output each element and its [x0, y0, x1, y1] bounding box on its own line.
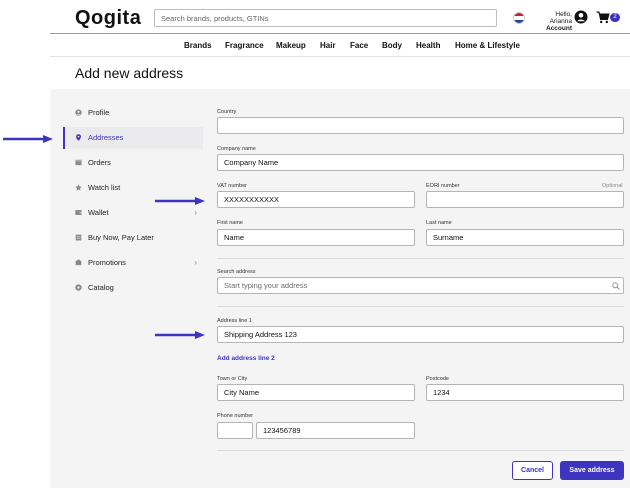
company-name-input[interactable]: Company Name	[217, 154, 624, 171]
sidebar-item-profile[interactable]: Profile	[63, 102, 203, 124]
chevron-right-icon: ›	[194, 258, 197, 267]
eori-optional-label: Optional	[602, 183, 623, 189]
nav-item-health[interactable]: Health	[416, 41, 440, 50]
search-input[interactable]: Search brands, products, GTINs	[154, 9, 497, 27]
last-name-input[interactable]: Surname	[426, 229, 624, 246]
first-name-input[interactable]: Name	[217, 229, 415, 246]
vat-number-label: VAT number	[217, 183, 247, 189]
postcode-input[interactable]: 1234	[426, 384, 624, 401]
phone-country-code-select[interactable]	[217, 422, 253, 439]
wallet-icon	[75, 210, 82, 215]
user-avatar-icon[interactable]	[574, 10, 588, 24]
sidebar-item-wallet[interactable]: Wallet ›	[63, 202, 203, 224]
sidebar-item-label: Catalog	[88, 283, 114, 292]
divider	[217, 450, 624, 451]
cart-icon[interactable]	[596, 11, 610, 24]
sidebar-item-label: Addresses	[88, 133, 124, 142]
sidebar-item-label: Buy Now, Pay Later	[88, 233, 154, 242]
divider	[217, 258, 624, 259]
nav-item-fragrance[interactable]: Fragrance	[225, 41, 264, 50]
town-city-label: Town or City	[217, 376, 248, 382]
star-icon	[75, 184, 82, 191]
postcode-label: Postcode	[426, 376, 449, 382]
country-select[interactable]	[217, 117, 624, 134]
vat-number-input[interactable]: XXXXXXXXXXX	[217, 191, 415, 208]
user-icon	[75, 109, 82, 116]
divider	[217, 306, 624, 307]
sidebar-item-label: Orders	[88, 158, 111, 167]
search-icon	[612, 282, 620, 290]
nav-item-hair[interactable]: Hair	[320, 41, 336, 50]
page-title: Add new address	[75, 65, 184, 81]
search-address-label: Search address	[217, 269, 256, 275]
address-line-1-label: Address line 1	[217, 318, 252, 324]
catalog-icon	[75, 284, 82, 291]
nav-item-makeup[interactable]: Makeup	[276, 41, 306, 50]
nav-item-home-lifestyle[interactable]: Home & Lifestyle	[455, 41, 520, 50]
chevron-right-icon: ›	[194, 208, 197, 217]
address-form: Country Company name Company Name VAT nu…	[206, 89, 630, 488]
tag-icon	[75, 259, 82, 266]
eori-number-label: EORI number	[426, 183, 460, 189]
sidebar-item-label: Promotions	[88, 258, 126, 267]
account-greeting[interactable]: Hello, Arianna Account	[536, 11, 572, 32]
sidebar-item-promotions[interactable]: Promotions ›	[63, 252, 203, 274]
annotation-arrow	[155, 197, 205, 205]
location-pin-icon	[76, 134, 81, 141]
sidebar-item-label: Profile	[88, 108, 110, 117]
annotation-arrow	[155, 331, 205, 339]
box-icon	[75, 159, 82, 166]
annotation-arrow	[3, 135, 53, 143]
first-name-label: First name	[217, 220, 243, 226]
sidebar-item-watch-list[interactable]: Watch list	[63, 177, 203, 199]
category-nav: Brands Fragrance Makeup Hair Face Body H…	[50, 35, 630, 57]
greeting-text: Hello, Arianna	[549, 11, 572, 25]
address-line-1-input[interactable]: Shipping Address 123	[217, 326, 624, 343]
nav-item-body[interactable]: Body	[382, 41, 402, 50]
sidebar-item-buy-now-pay-later[interactable]: Buy Now, Pay Later	[63, 227, 203, 249]
account-label: Account	[546, 25, 572, 32]
search-address-input[interactable]: Start typing your address	[217, 277, 624, 294]
add-address-line-2-link[interactable]: Add address line 2	[217, 355, 275, 362]
phone-number-label: Phone number	[217, 413, 254, 419]
sidebar-item-label: Watch list	[88, 183, 121, 192]
account-sidebar: Profile Addresses Orders Watch list Wall…	[50, 89, 206, 488]
last-name-label: Last name	[426, 220, 452, 226]
logo[interactable]: Qogita	[75, 7, 141, 30]
phone-number-input[interactable]: 123456789	[256, 422, 415, 439]
sidebar-item-addresses[interactable]: Addresses	[63, 127, 203, 149]
company-name-label: Company name	[217, 146, 256, 152]
sidebar-item-catalog[interactable]: Catalog	[63, 277, 203, 299]
flag-icon[interactable]	[513, 12, 525, 24]
top-header: Qogita Search brands, products, GTINs He…	[50, 0, 630, 34]
save-address-button[interactable]: Save address	[560, 461, 624, 480]
calendar-icon	[75, 234, 82, 241]
sidebar-item-label: Wallet	[88, 208, 109, 217]
town-city-input[interactable]: City Name	[217, 384, 415, 401]
nav-item-face[interactable]: Face	[350, 41, 368, 50]
nav-item-brands[interactable]: Brands	[184, 41, 212, 50]
eori-number-input[interactable]	[426, 191, 624, 208]
cancel-button[interactable]: Cancel	[512, 461, 553, 480]
cart-count-badge: 2	[610, 13, 620, 22]
country-label: Country	[217, 109, 237, 115]
sidebar-item-orders[interactable]: Orders	[63, 152, 203, 174]
